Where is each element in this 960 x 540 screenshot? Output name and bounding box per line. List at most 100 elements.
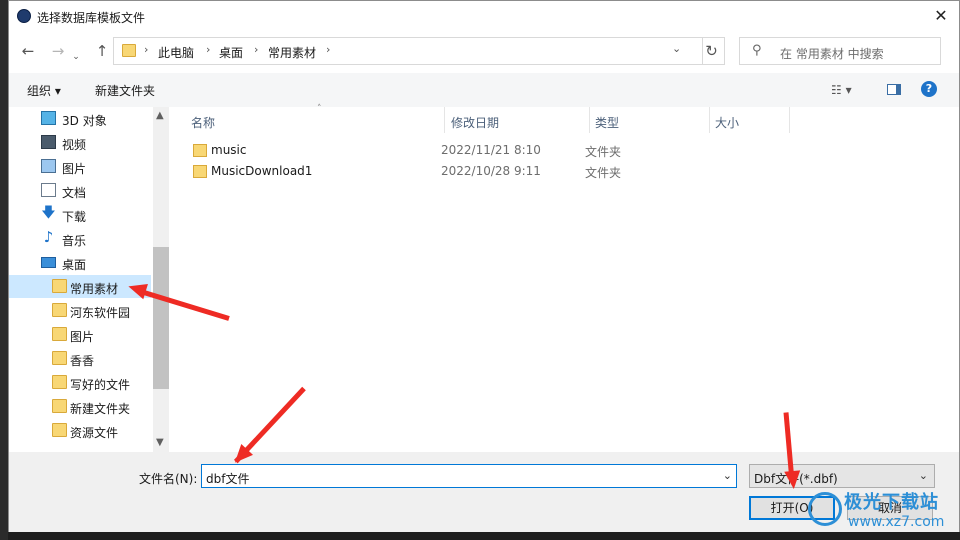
refresh-button[interactable]: ↻ (699, 37, 725, 65)
sidebar-item-label: 下载 (62, 210, 87, 224)
background-app-edge (0, 0, 8, 540)
sidebar-item-label: 河东软件园 (70, 306, 131, 320)
up-button[interactable]: ↑ (91, 40, 113, 62)
folder-icon (52, 375, 67, 389)
column-divider[interactable] (589, 107, 590, 133)
folder-icon (52, 279, 67, 293)
filename-input[interactable]: dbf文件 ⌄ (201, 464, 737, 488)
folder-icon (122, 44, 136, 57)
breadcrumb-desktop[interactable]: 桌面 (219, 44, 243, 61)
sidebar-item-videos[interactable]: 视频 (9, 131, 151, 154)
sidebar-item-downloads[interactable]: 🡇 下载 (9, 203, 151, 226)
watermark-url: www.xz7.com (848, 514, 945, 530)
sidebar-item-label: 3D 对象 (62, 114, 107, 128)
column-header-name[interactable]: 名称 (191, 114, 215, 131)
sidebar-item-label: 资源文件 (70, 426, 119, 440)
column-divider[interactable] (789, 107, 790, 133)
sidebar-item-desktop[interactable]: 桌面 (9, 251, 151, 274)
dialog-title: 选择数据库模板文件 (37, 11, 146, 25)
sidebar-item-label: 桌面 (62, 258, 87, 272)
sidebar-item-hedong[interactable]: 河东软件园 (9, 299, 151, 322)
chevron-down-icon[interactable]: ⌄ (672, 42, 681, 55)
back-button[interactable]: ← (17, 40, 39, 62)
folder-icon (193, 165, 207, 178)
folder-icon (52, 399, 67, 413)
file-open-dialog: 选择数据库模板文件 ✕ ← → ⌄ ↑ › 此电脑 › 桌面 › 常用素材 › … (8, 0, 960, 532)
music-icon: ♪ (43, 228, 54, 246)
video-icon (41, 135, 56, 149)
title-bar: 选择数据库模板文件 ✕ (9, 1, 959, 33)
new-folder-button[interactable]: 新建文件夹 (95, 82, 155, 99)
sidebar-item-label: 图片 (62, 162, 87, 176)
column-header-date[interactable]: 修改日期 (451, 114, 499, 131)
navigation-pane: 3D 对象 视频 图片 文档 🡇 下载 ♪ 音乐 桌面 常用素材 河东软件园 图… (9, 107, 169, 452)
address-bar[interactable]: › 此电脑 › 桌面 › 常用素材 › ⌄ (113, 37, 703, 65)
sidebar-item-new-folder[interactable]: 新建文件夹 (9, 395, 151, 418)
sidebar-item-label: 写好的文件 (70, 378, 131, 392)
sort-ascending-icon: ˄ (317, 104, 322, 114)
file-row[interactable]: music 2022/11/21 8:10 文件夹 (187, 140, 787, 161)
file-type: 文件夹 (585, 166, 622, 180)
sidebar-item-xiangxiang[interactable]: 香香 (9, 347, 151, 370)
filename-label: 文件名(N): (139, 472, 198, 486)
chevron-right-icon: › (254, 43, 259, 56)
sidebar-item-label: 视频 (62, 138, 87, 152)
file-name: MusicDownload1 (211, 164, 313, 178)
column-divider[interactable] (444, 107, 445, 133)
watermark: 极光下载站 www.xz7.com (808, 486, 956, 538)
chevron-down-icon[interactable]: ⌄ (723, 469, 732, 482)
sidebar-item-label: 常用素材 (70, 282, 119, 296)
folder-icon (52, 327, 67, 341)
sidebar-item-3d-objects[interactable]: 3D 对象 (9, 107, 151, 130)
search-input[interactable]: ⚲ 在 常用素材 中搜索 (739, 37, 941, 65)
forward-button[interactable]: → (47, 40, 69, 62)
sidebar-item-label: 新建文件夹 (70, 402, 131, 416)
view-options-icon[interactable]: ☷ ▾ (831, 83, 852, 97)
column-header-type[interactable]: 类型 (595, 114, 619, 131)
sidebar-item-documents[interactable]: 文档 (9, 179, 151, 202)
scroll-down-icon[interactable]: ▼ (156, 437, 164, 448)
chevron-right-icon: › (326, 43, 331, 56)
app-icon (17, 9, 31, 23)
recent-dropdown-icon[interactable]: ⌄ (71, 46, 81, 68)
watermark-logo-icon (808, 492, 842, 526)
sidebar-item-pictures-folder[interactable]: 图片 (9, 323, 151, 346)
watermark-title: 极光下载站 (844, 492, 939, 513)
pictures-icon (41, 159, 56, 173)
search-icon: ⚲ (752, 43, 762, 58)
download-icon: 🡇 (41, 205, 56, 221)
breadcrumb-current[interactable]: 常用素材 (268, 44, 316, 61)
folder-icon (193, 144, 207, 157)
annotation-arrowhead (784, 470, 802, 490)
organize-button[interactable]: 组织 ▾ (27, 82, 61, 99)
sidebar-item-label: 香香 (70, 354, 95, 368)
filename-value: dbf文件 (206, 472, 250, 486)
file-date: 2022/10/28 9:11 (441, 164, 541, 178)
navigation-scrollbar[interactable]: ▲ ▼ (153, 107, 169, 452)
sidebar-item-written-files[interactable]: 写好的文件 (9, 371, 151, 394)
file-row[interactable]: MusicDownload1 2022/10/28 9:11 文件夹 (187, 161, 787, 182)
folder-icon (52, 351, 67, 365)
scrollbar-thumb[interactable] (153, 247, 169, 389)
breadcrumb-this-pc[interactable]: 此电脑 (158, 44, 194, 61)
column-header-size[interactable]: 大小 (715, 114, 739, 131)
sidebar-item-resource-files[interactable]: 资源文件 (9, 419, 151, 442)
help-icon[interactable]: ? (921, 81, 937, 97)
sidebar-item-music[interactable]: ♪ 音乐 (9, 227, 151, 250)
file-type-filter[interactable]: Dbf文件(*.dbf) ⌄ (749, 464, 935, 488)
sidebar-item-pictures[interactable]: 图片 (9, 155, 151, 178)
folder-icon (52, 423, 67, 437)
desktop-icon (41, 257, 56, 268)
scroll-up-icon[interactable]: ▲ (156, 110, 164, 121)
close-icon[interactable]: ✕ (929, 5, 953, 27)
file-name: music (211, 143, 247, 157)
column-divider[interactable] (709, 107, 710, 133)
file-date: 2022/11/21 8:10 (441, 143, 541, 157)
chevron-right-icon: › (144, 43, 149, 56)
sidebar-item-label: 文档 (62, 186, 87, 200)
file-type: 文件夹 (585, 145, 622, 159)
preview-pane-icon[interactable] (887, 84, 901, 95)
cube-icon (41, 111, 56, 125)
sidebar-item-label: 音乐 (62, 234, 87, 248)
chevron-down-icon[interactable]: ⌄ (919, 469, 928, 482)
